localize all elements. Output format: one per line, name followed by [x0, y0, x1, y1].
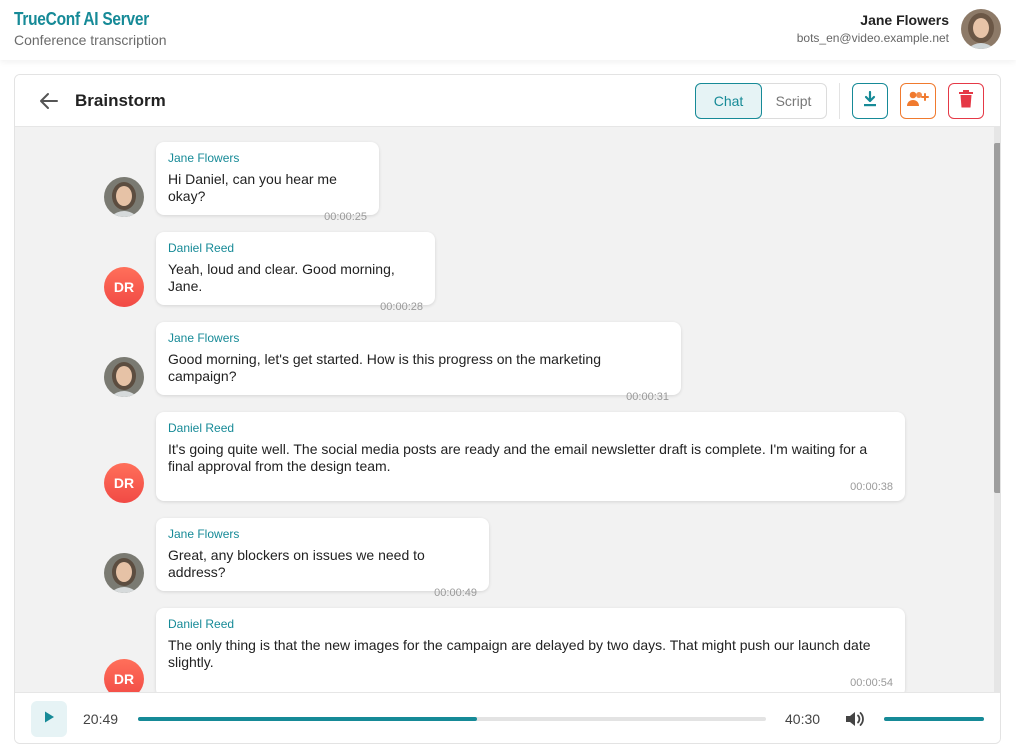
current-time: 20:49 — [83, 711, 119, 727]
volume-fill — [884, 717, 984, 721]
app-subtitle: Conference transcription — [14, 32, 167, 48]
playback-progress-bar[interactable] — [138, 717, 766, 721]
message-text: Yeah, loud and clear. Good morning, Jane… — [168, 261, 395, 294]
top-header: TrueConf AI Server Conference transcript… — [0, 0, 1016, 60]
conversation-panel: Brainstorm Chat Script Jane Flowers Hi D… — [14, 74, 1001, 744]
message-bubble: Daniel Reed Yeah, loud and clear. Good m… — [156, 232, 435, 313]
avatar — [104, 357, 144, 397]
message-text: Hi Daniel, can you hear me okay? — [168, 171, 337, 204]
message-text: Great, any blockers on issues we need to… — [168, 547, 425, 580]
avatar — [104, 177, 144, 217]
scrollbar-thumb[interactable] — [994, 143, 1000, 493]
message-sender: Jane Flowers — [168, 151, 240, 165]
app-brand-logo: TrueConf AI Server — [14, 9, 150, 29]
message-time: 00:00:38 — [850, 481, 893, 493]
message-text: Good morning, let's get started. How is … — [168, 351, 601, 384]
progress-fill — [138, 717, 478, 721]
message-text: The only thing is that the new images fo… — [168, 637, 871, 670]
back-arrow-icon[interactable] — [37, 89, 61, 113]
play-icon — [42, 710, 56, 729]
message-time: 00:00:49 — [434, 587, 477, 599]
message-text: It's going quite well. The social media … — [168, 441, 868, 474]
message-sender: Daniel Reed — [168, 241, 235, 255]
message-bubble: Jane Flowers Good morning, let's get sta… — [156, 322, 681, 403]
avatar — [104, 553, 144, 593]
avatar: DR — [104, 463, 144, 503]
message-bubble: Jane Flowers Great, any blockers on issu… — [156, 518, 489, 599]
message-sender: Jane Flowers — [168, 331, 240, 345]
header-divider — [839, 83, 840, 119]
message-sender: Daniel Reed — [168, 617, 235, 631]
message-sender: Jane Flowers — [168, 527, 240, 541]
chat-scrollbar[interactable] — [994, 127, 1000, 692]
trash-icon — [958, 89, 974, 113]
volume-icon[interactable] — [843, 708, 865, 730]
audio-player: 20:49 40:30 — [15, 692, 1000, 743]
delete-button[interactable] — [948, 83, 984, 119]
user-email: bots_en@video.example.net — [796, 31, 949, 45]
message-time: 00:00:25 — [324, 211, 367, 223]
add-user-icon — [906, 89, 930, 114]
total-duration: 40:30 — [785, 711, 821, 727]
tab-script[interactable]: Script — [761, 84, 826, 118]
play-button[interactable] — [31, 701, 67, 737]
download-icon — [861, 90, 879, 113]
message-sender: Daniel Reed — [168, 421, 235, 435]
view-toggle: Chat Script — [695, 83, 827, 119]
message-time: 00:00:54 — [850, 677, 893, 689]
message-bubble: Daniel Reed The only thing is that the n… — [156, 608, 905, 692]
conversation-title: Brainstorm — [75, 91, 166, 110]
volume-slider[interactable] — [884, 717, 984, 721]
conversation-header: Brainstorm Chat Script — [15, 75, 1000, 127]
message-time: 00:00:28 — [380, 301, 423, 313]
chat-messages[interactable]: Jane Flowers Hi Daniel, can you hear me … — [15, 127, 1000, 692]
message-bubble: Jane Flowers Hi Daniel, can you hear me … — [156, 142, 379, 223]
user-name: Jane Flowers — [860, 12, 949, 28]
avatar: DR — [104, 659, 144, 692]
tab-chat[interactable]: Chat — [695, 83, 762, 119]
message-bubble: Daniel Reed It's going quite well. The s… — [156, 412, 905, 501]
user-avatar[interactable] — [961, 9, 1001, 49]
add-participant-button[interactable] — [900, 83, 936, 119]
download-button[interactable] — [852, 83, 888, 119]
message-time: 00:00:31 — [626, 391, 669, 403]
avatar: DR — [104, 267, 144, 307]
